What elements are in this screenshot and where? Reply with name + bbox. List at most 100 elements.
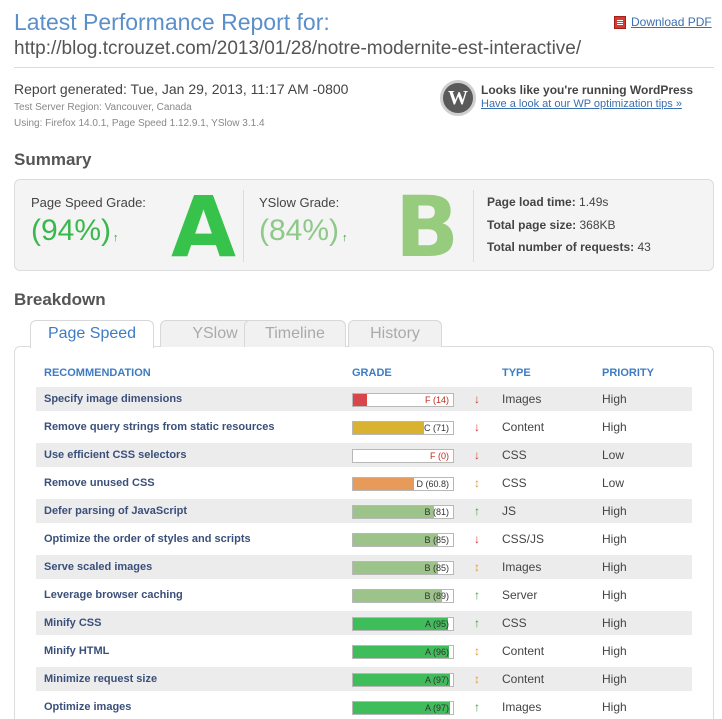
arrow-up-icon: ↑ — [474, 504, 480, 518]
table-row[interactable]: Optimize images A (97) ↑ Images High — [36, 695, 692, 719]
table-row[interactable]: Remove query strings from static resourc… — [36, 415, 692, 439]
page-load-time-value: 1.49s — [579, 195, 609, 209]
type-cell: Content — [502, 420, 545, 434]
priority-cell: High — [602, 420, 627, 434]
recommendation-name[interactable]: Leverage browser caching — [44, 583, 183, 607]
type-cell: Server — [502, 588, 538, 602]
yslow-grade-value: (84%) — [259, 214, 340, 247]
priority-cell: High — [602, 644, 627, 658]
recommendation-name[interactable]: Minify CSS — [44, 611, 101, 635]
report-generated: Report generated: Tue, Jan 29, 2013, 11:… — [14, 81, 349, 97]
grade-label: A (95) — [424, 619, 449, 629]
recommendation-name[interactable]: Remove unused CSS — [44, 471, 155, 495]
grade-bar: F (0) — [352, 449, 454, 463]
priority-cell: Low — [602, 448, 625, 462]
recommendation-name[interactable]: Use efficient CSS selectors — [44, 443, 186, 467]
recommendation-name[interactable]: Optimize the order of styles and scripts — [44, 527, 251, 551]
yslow-grade-letter: B — [395, 178, 460, 276]
wp-optimization-tips-link[interactable]: Have a look at our WP optimization tips … — [481, 98, 682, 110]
grade-bar: A (95) — [352, 617, 454, 631]
table-row[interactable]: Minimize request size A (97) ↕ Content High — [36, 667, 692, 691]
page-load-time-label: Page load time: — [487, 195, 576, 209]
column-header-type[interactable]: TYPE — [502, 367, 531, 379]
arrow-down-icon: ↓ — [474, 532, 480, 546]
test-tools: Using: Firefox 14.0.1, Page Speed 1.12.9… — [14, 118, 265, 129]
type-cell: CSS — [502, 448, 527, 462]
summary-divider — [243, 190, 244, 262]
grade-bar: C (71) — [352, 421, 454, 435]
type-cell: Content — [502, 644, 545, 658]
priority-cell: High — [602, 700, 627, 714]
priority-cell: High — [602, 560, 627, 574]
type-cell: CSS — [502, 616, 527, 630]
test-region: Test Server Region: Vancouver, Canada — [14, 102, 192, 113]
arrow-updown-icon: ↕ — [474, 476, 480, 490]
recommendation-name[interactable]: Specify image dimensions — [44, 387, 182, 411]
priority-cell: Low — [602, 476, 625, 490]
total-page-size: Total page size: 368KB — [487, 218, 616, 232]
tab-timeline[interactable]: Timeline — [244, 320, 346, 347]
type-cell: Images — [502, 700, 542, 714]
table-row[interactable]: Minify HTML A (96) ↕ Content High — [36, 639, 692, 663]
header-divider — [14, 67, 714, 68]
priority-cell: High — [602, 616, 627, 630]
pdf-icon — [614, 15, 626, 29]
type-cell: JS — [502, 504, 517, 518]
column-header-priority[interactable]: PRIORITY — [602, 367, 654, 379]
arrow-down-icon: ↓ — [474, 448, 480, 462]
priority-cell: High — [602, 532, 627, 546]
grade-label: B (85) — [424, 563, 449, 573]
grade-bar: A (97) — [352, 673, 454, 687]
table-row[interactable]: Serve scaled images B (85) ↕ Images High — [36, 555, 692, 579]
breakdown-heading: Breakdown — [14, 290, 106, 309]
total-page-size-value: 368KB — [579, 218, 616, 232]
tab-history[interactable]: History — [348, 320, 442, 347]
report-title: Latest Performance Report for: — [14, 9, 330, 35]
arrow-updown-icon: ↕ — [474, 644, 480, 658]
grade-label: D (60.8) — [416, 479, 449, 489]
page-load-time: Page load time: 1.49s — [487, 195, 608, 209]
grade-label: B (85) — [424, 535, 449, 545]
pagespeed-grade-label: Page Speed Grade: — [31, 195, 146, 210]
column-header-grade[interactable]: GRADE — [352, 367, 392, 379]
recommendation-name[interactable]: Minify HTML — [44, 639, 109, 663]
recommendation-name[interactable]: Minimize request size — [44, 667, 157, 691]
table-row[interactable]: Remove unused CSS D (60.8) ↕ CSS Low — [36, 471, 692, 495]
grade-label: F (14) — [424, 395, 449, 405]
grade-bar: D (60.8) — [352, 477, 454, 491]
download-pdf-link[interactable]: Download PDF — [614, 15, 712, 29]
summary-heading: Summary — [14, 150, 92, 169]
arrow-down-icon: ↓ — [474, 420, 480, 434]
column-header-recommendation[interactable]: RECOMMENDATION — [44, 367, 151, 379]
grade-bar: B (85) — [352, 561, 454, 575]
priority-cell: High — [602, 504, 627, 518]
table-row[interactable]: Use efficient CSS selectors F (0) ↓ CSS Low — [36, 443, 692, 467]
table-row[interactable]: Minify CSS A (95) ↑ CSS High — [36, 611, 692, 635]
recommendation-name[interactable]: Defer parsing of JavaScript — [44, 499, 187, 523]
total-page-size-label: Total page size: — [487, 218, 577, 232]
arrow-updown-icon: ↕ — [474, 560, 480, 574]
table-row[interactable]: Defer parsing of JavaScript B (81) ↑ JS High — [36, 499, 692, 523]
total-requests-label: Total number of requests: — [487, 240, 635, 254]
recommendation-name[interactable]: Remove query strings from static resourc… — [44, 415, 274, 439]
grade-bar: F (14) — [352, 393, 454, 407]
grade-label: A (96) — [424, 647, 449, 657]
type-cell: Images — [502, 560, 542, 574]
recommendation-name[interactable]: Optimize images — [44, 695, 131, 719]
table-row[interactable]: Optimize the order of styles and scripts… — [36, 527, 692, 551]
grade-label: A (97) — [424, 675, 449, 685]
yslow-grade-label: YSlow Grade: — [259, 195, 340, 210]
total-requests: Total number of requests: 43 — [487, 240, 651, 254]
type-cell: Content — [502, 672, 545, 686]
grade-bar: A (96) — [352, 645, 454, 659]
table-row[interactable]: Leverage browser caching B (89) ↑ Server Hig… — [36, 583, 692, 607]
tab-page-speed[interactable]: Page Speed — [30, 320, 154, 348]
grade-bar: B (85) — [352, 533, 454, 547]
grade-bar-fill — [353, 394, 367, 406]
grade-bar: A (97) — [352, 701, 454, 715]
total-requests-value: 43 — [637, 240, 651, 254]
table-row[interactable]: Specify image dimensions F (14) ↓ Images Hig… — [36, 387, 692, 411]
type-cell: CSS — [502, 476, 527, 490]
grade-label: A (97) — [424, 703, 449, 713]
recommendation-name[interactable]: Serve scaled images — [44, 555, 152, 579]
